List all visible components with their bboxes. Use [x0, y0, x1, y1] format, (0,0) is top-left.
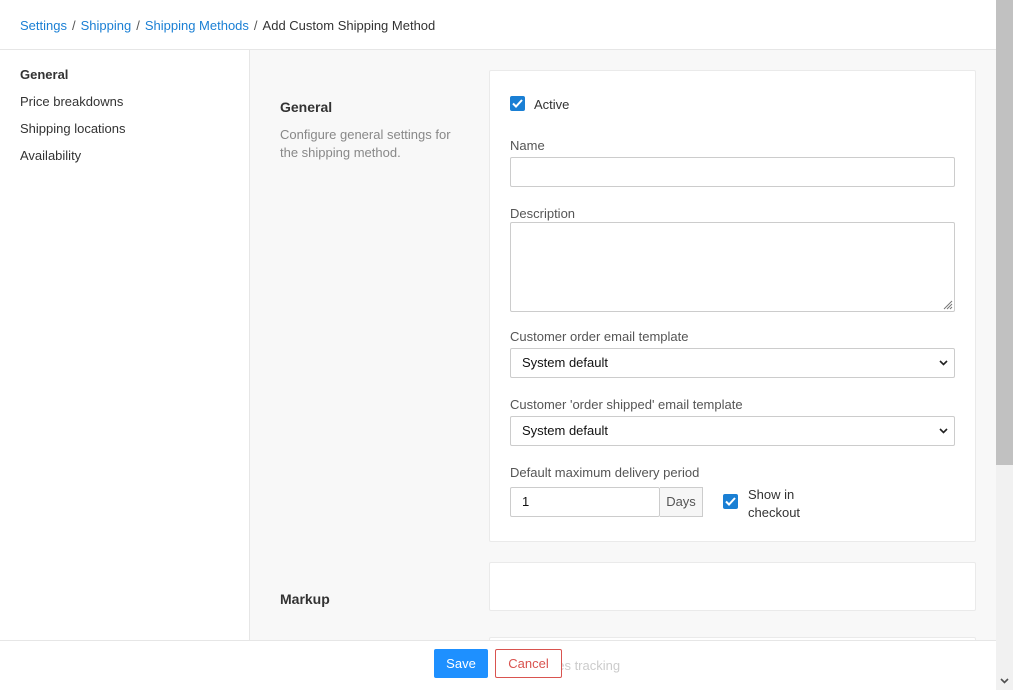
breadcrumb-separator: /: [72, 18, 76, 33]
shipped-email-label: Customer 'order shipped' email template: [510, 397, 743, 412]
customer-email-label: Customer order email template: [510, 329, 688, 344]
checkmark-icon: [512, 99, 523, 108]
show-in-checkout-label: Show in checkout: [748, 486, 828, 522]
main-content: General Configure general settings for t…: [250, 50, 996, 640]
description-textarea[interactable]: [510, 222, 955, 312]
customer-email-select-value: System default: [522, 355, 608, 370]
shipped-email-select[interactable]: System default: [510, 416, 955, 446]
name-label: Name: [510, 138, 545, 153]
sidebar-item-price-breakdowns[interactable]: Price breakdowns: [20, 94, 123, 109]
sidebar-item-shipping-locations[interactable]: Shipping locations: [20, 121, 126, 136]
scroll-down-arrow-icon[interactable]: [1000, 678, 1009, 684]
breadcrumb-current: Add Custom Shipping Method: [263, 18, 436, 33]
name-input[interactable]: [510, 157, 955, 187]
shipped-email-select-value: System default: [522, 423, 608, 438]
general-section-description: Configure general settings for the shipp…: [280, 126, 465, 162]
checkmark-icon: [725, 497, 736, 506]
chevron-down-icon: [939, 428, 948, 434]
breadcrumb-settings-link[interactable]: Settings: [20, 18, 67, 33]
scrollbar-thumb[interactable]: [996, 0, 1013, 465]
markup-card: [489, 562, 976, 611]
sidebar-item-general[interactable]: General: [20, 67, 68, 82]
breadcrumb-separator: /: [254, 18, 258, 33]
save-button[interactable]: Save: [434, 649, 488, 678]
active-label: Active: [534, 97, 569, 112]
delivery-period-unit: Days: [660, 487, 703, 517]
delivery-period-input[interactable]: 1: [510, 487, 660, 517]
resize-grip-icon[interactable]: [941, 298, 953, 310]
general-section-title: General: [280, 99, 332, 115]
customer-email-select[interactable]: System default: [510, 348, 955, 378]
cancel-button[interactable]: Cancel: [495, 649, 562, 678]
sidebar: General Price breakdowns Shipping locati…: [0, 50, 250, 640]
general-card: Active Name Description Customer order e…: [489, 70, 976, 542]
description-label: Description: [510, 206, 575, 221]
breadcrumb-shipping-methods-link[interactable]: Shipping Methods: [145, 18, 249, 33]
delivery-period-label: Default maximum delivery period: [510, 465, 699, 480]
scrollbar[interactable]: [996, 0, 1013, 690]
show-in-checkout-checkbox[interactable]: [723, 494, 738, 509]
sidebar-item-availability[interactable]: Availability: [20, 148, 81, 163]
top-bar: Settings / Shipping / Shipping Methods / Add C…: [0, 0, 996, 50]
chevron-down-icon: [939, 360, 948, 366]
active-checkbox[interactable]: [510, 96, 525, 111]
markup-section-title: Markup: [280, 591, 330, 607]
breadcrumb: Settings / Shipping / Shipping Methods / Add C…: [20, 18, 435, 33]
breadcrumb-shipping-link[interactable]: Shipping: [81, 18, 132, 33]
breadcrumb-separator: /: [136, 18, 140, 33]
